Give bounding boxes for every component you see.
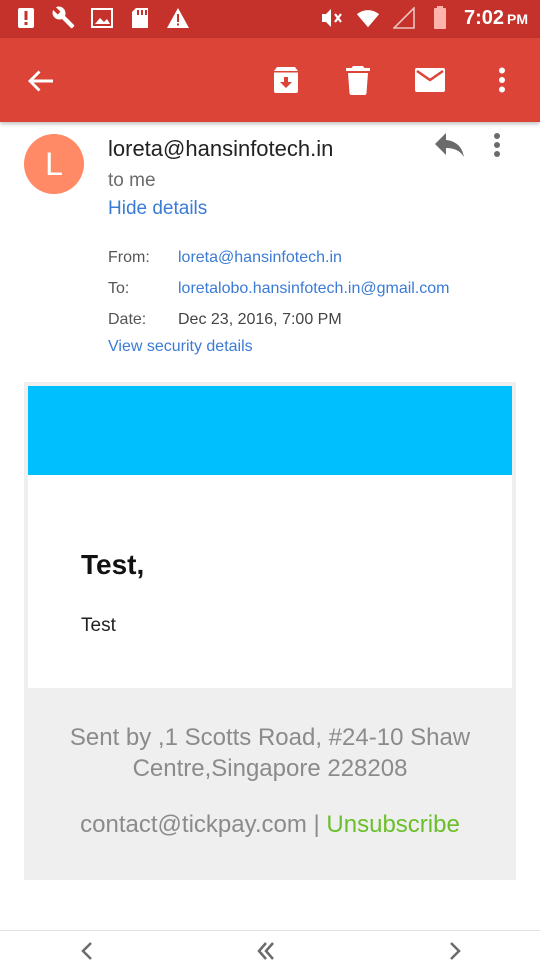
from-row: From: loreta@hansinfotech.in — [108, 242, 450, 273]
date-value: Dec 23, 2016, 7:00 PM — [178, 310, 342, 328]
date-label: Date: — [108, 310, 147, 328]
message-details: From: loreta@hansinfotech.in To: loretal… — [108, 242, 450, 356]
signal-icon — [392, 6, 416, 30]
message-more-icon[interactable] — [492, 132, 516, 166]
archive-icon[interactable] — [270, 64, 302, 96]
clock: 7:02 PM — [463, 6, 528, 29]
email-body: Test, Test Sent by ,1 Scotts Road, #24-1… — [24, 382, 516, 880]
footer-contact: contact@tickpay.com | Unsubscribe — [24, 811, 516, 839]
from-value[interactable]: loreta@hansinfotech.in — [178, 249, 342, 267]
wrench-icon — [52, 6, 76, 30]
more-vert-icon[interactable] — [486, 64, 518, 96]
avatar[interactable]: L — [24, 134, 84, 194]
image-icon — [90, 6, 114, 30]
footer-separator: | — [306, 811, 327, 838]
alert-icon — [14, 6, 38, 30]
date-row: Date: Dec 23, 2016, 7:00 PM — [108, 304, 450, 335]
email-banner — [28, 386, 512, 475]
hide-details-link[interactable]: Hide details — [108, 198, 207, 220]
chevron-right-icon[interactable] — [444, 941, 464, 961]
status-bar: 7:02 PM — [0, 0, 540, 38]
double-chevron-left-icon[interactable] — [256, 941, 276, 961]
from-label: From: — [108, 248, 150, 266]
reply-icon[interactable] — [434, 132, 468, 166]
to-value[interactable]: loretalobo.hansinfotech.in@gmail.com — [178, 280, 450, 298]
bottom-navigation — [0, 931, 540, 960]
email-text: Test — [81, 615, 116, 636]
sd-card-icon — [128, 6, 152, 30]
contact-email-link[interactable]: contact@tickpay.com — [80, 811, 307, 838]
mark-unread-icon[interactable] — [414, 64, 446, 96]
footer-address: Sent by ,1 Scotts Road, #24-10 Shaw Cent… — [69, 724, 471, 782]
message-header: L loreta@hansinfotech.in to me Hide deta… — [0, 122, 540, 372]
sender-email: loreta@hansinfotech.in — [108, 136, 334, 161]
unsubscribe-link[interactable]: Unsubscribe — [326, 811, 459, 838]
view-security-details-link[interactable]: View security details — [108, 338, 253, 356]
recipient-summary: to me — [108, 170, 156, 191]
wifi-icon — [356, 6, 380, 30]
battery-icon — [428, 6, 452, 30]
email-content-card: Test, Test — [28, 475, 512, 688]
to-row: To: loretalobo.hansinfotech.in@gmail.com — [108, 273, 450, 304]
delete-icon[interactable] — [342, 64, 374, 96]
warning-icon — [166, 6, 190, 30]
avatar-letter: L — [45, 145, 63, 182]
arrow-back-icon[interactable] — [26, 66, 56, 96]
chevron-left-icon[interactable] — [78, 941, 98, 961]
email-heading: Test, — [81, 549, 145, 580]
to-label: To: — [108, 279, 130, 297]
mute-icon — [320, 6, 344, 30]
app-bar — [0, 38, 540, 122]
